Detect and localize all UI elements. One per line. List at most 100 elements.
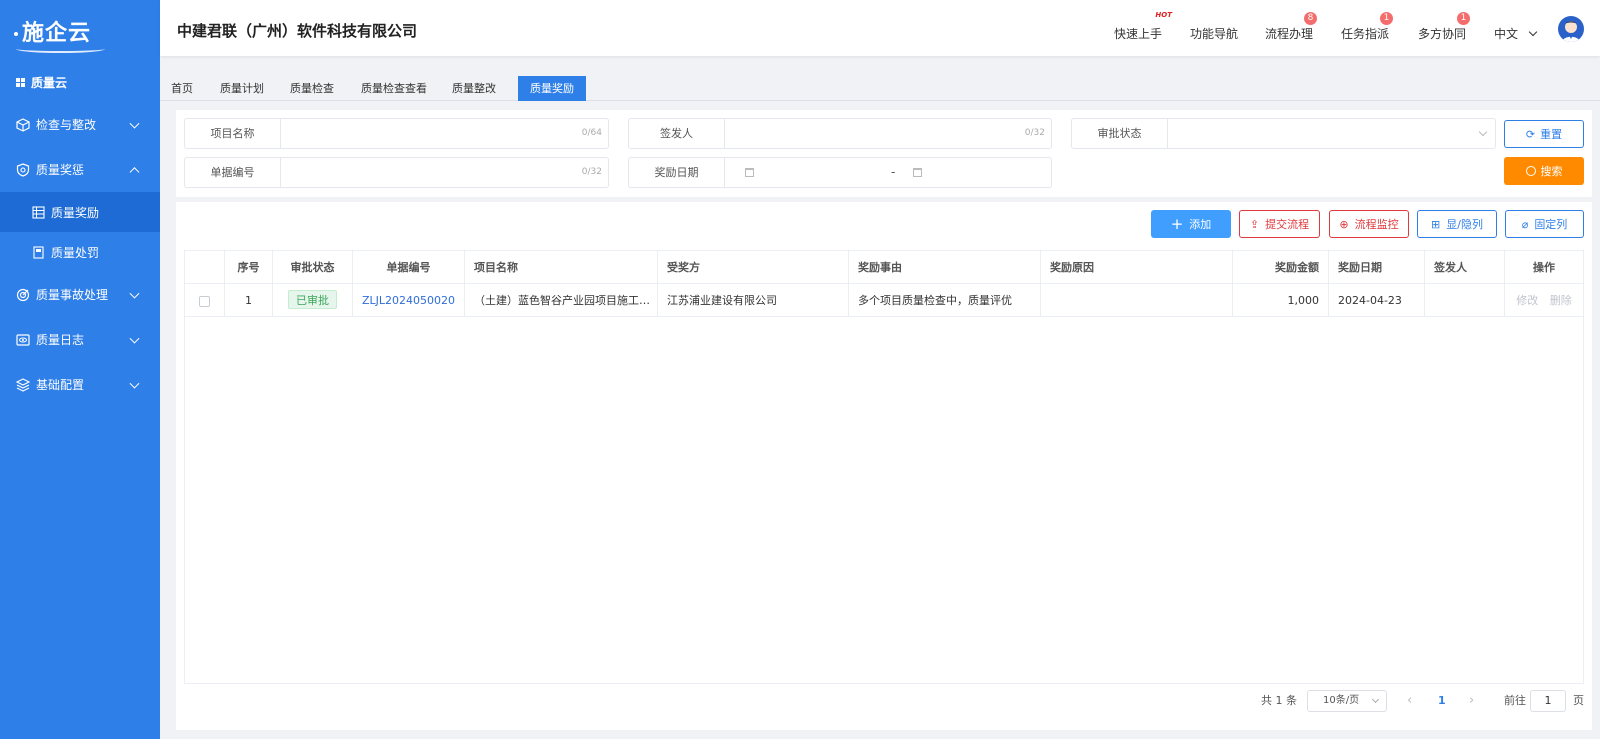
column-header: 单据编号 xyxy=(353,251,465,284)
approval-status-select[interactable]: 审批状态 xyxy=(1071,118,1496,149)
cube-icon xyxy=(16,117,30,132)
tab-quality-rectify[interactable]: 质量整改 xyxy=(444,76,504,101)
nav-task-assign[interactable]: 任务指派 1 xyxy=(1341,12,1394,42)
grid-icon xyxy=(16,77,25,87)
field-label: 项目名称 xyxy=(185,119,281,148)
table-cell-status: 已审批 xyxy=(273,284,353,317)
plus-icon: + xyxy=(1170,214,1184,233)
column-header: 审批状态 xyxy=(273,251,353,284)
column-header: 项目名称 xyxy=(465,251,658,284)
project-name-field[interactable]: 项目名称 0/64 xyxy=(184,118,609,149)
chevron-down-icon xyxy=(129,333,140,344)
sidebar-group-inspection[interactable]: 检查与整改 xyxy=(0,102,160,147)
column-header: 奖励金额 xyxy=(1233,251,1329,284)
table-cell-index: 1 xyxy=(225,284,273,317)
doc-no-link[interactable]: ZLJL2024050020 xyxy=(353,284,465,317)
language-label: 中文 xyxy=(1494,27,1519,41)
page-tabs: 首页 质量计划 质量检查 质量检查查看 质量整改 质量奖励 xyxy=(160,76,1600,101)
chevron-down-icon xyxy=(1528,27,1538,37)
paperclip-icon: ⌀ xyxy=(1521,217,1529,231)
hot-badge: HOT xyxy=(1155,11,1173,19)
char-count: 0/64 xyxy=(581,128,602,138)
sidebar-item-quality-penalty[interactable]: 质量处罚 xyxy=(0,232,160,272)
doc-no-field[interactable]: 单据编号 0/32 xyxy=(184,157,609,188)
chevron-up-icon xyxy=(129,166,140,177)
upload-icon: ⇪ xyxy=(1249,217,1260,231)
issuer-field[interactable]: 签发人 0/32 xyxy=(628,118,1052,149)
tab-home[interactable]: 首页 xyxy=(164,76,200,101)
grid-icon: ⊞ xyxy=(1431,217,1441,231)
logo-text: 施企云 xyxy=(22,21,92,46)
sidebar-group-label: 质量奖惩 xyxy=(36,163,85,177)
char-count: 0/32 xyxy=(1024,128,1045,138)
field-label: 单据编号 xyxy=(185,158,281,187)
button-label: 流程监控 xyxy=(1354,218,1399,231)
button-label: 固定列 xyxy=(1534,218,1568,231)
top-header: 中建君联（广州）软件科技有限公司 快速上手 HOT 功能导航 流程办理 8 任务… xyxy=(160,0,1600,56)
tab-quality-inspection[interactable]: 质量检查 xyxy=(282,76,342,101)
sidebar-item-label: 质量云 xyxy=(31,75,68,90)
column-header: 操作 xyxy=(1505,251,1583,284)
language-select[interactable]: 中文 xyxy=(1494,25,1538,42)
status-badge: 已审批 xyxy=(288,290,337,309)
table-cell-cause xyxy=(1041,284,1233,317)
sidebar-group-reward-penalty[interactable]: 质量奖惩 xyxy=(0,147,160,192)
eye-icon xyxy=(16,333,30,347)
tab-inspection-view[interactable]: 质量检查查看 xyxy=(352,76,436,101)
column-header: 签发人 xyxy=(1425,251,1505,284)
chevron-down-icon xyxy=(129,378,140,389)
table-row-checkbox-cell xyxy=(185,284,225,317)
sidebar-group-accident[interactable]: 质量事故处理 xyxy=(0,272,160,317)
table-cell-date: 2024-04-23 xyxy=(1329,284,1425,317)
calendar-icon xyxy=(745,168,754,177)
reward-date-range[interactable]: 奖励日期 - xyxy=(628,157,1052,188)
sidebar-item-label: 质量处罚 xyxy=(51,245,100,260)
total-count: 共 1 条 xyxy=(1261,694,1297,707)
table-cell-recipient: 江苏浦业建设有限公司 xyxy=(658,284,849,317)
target-icon xyxy=(16,288,30,302)
header-checkbox-cell[interactable] xyxy=(185,251,225,284)
nav-collaboration[interactable]: 多方协同 1 xyxy=(1418,12,1471,42)
sidebar: 施企云 质量云 检查与整改 质量奖惩 质量奖励 质量处罚 质量事故处理 质量日志… xyxy=(0,0,160,739)
nav-quick-start[interactable]: 快速上手 HOT xyxy=(1114,11,1172,42)
count-badge: 8 xyxy=(1304,12,1318,25)
column-header: 奖励日期 xyxy=(1329,251,1425,284)
sidebar-group-label: 基础配置 xyxy=(36,378,85,392)
fix-columns-button[interactable]: ⌀ 固定列 xyxy=(1505,210,1584,238)
row-checkbox[interactable] xyxy=(199,295,210,307)
sidebar-group-log[interactable]: 质量日志 xyxy=(0,317,160,362)
table-cell-project: （土建）蓝色智谷产业园项目施工总承包 xyxy=(465,284,658,317)
sidebar-group-label: 质量日志 xyxy=(36,333,85,347)
char-count: 0/32 xyxy=(581,167,602,177)
sidebar-group-config[interactable]: 基础配置 xyxy=(0,362,160,407)
nav-process[interactable]: 流程办理 8 xyxy=(1265,12,1318,42)
page-number-current[interactable]: 1 xyxy=(1438,694,1446,708)
chevron-down-icon xyxy=(129,118,140,129)
search-icon xyxy=(1525,166,1536,176)
nav-function-guide[interactable]: 功能导航 xyxy=(1190,25,1238,42)
monitor-flow-button[interactable]: ⊕ 流程监控 xyxy=(1329,210,1409,238)
reset-button[interactable]: ⟳ 重置 xyxy=(1504,120,1584,148)
refresh-icon: ⟳ xyxy=(1525,127,1536,141)
sidebar-item-quality-cloud[interactable]: 质量云 xyxy=(0,62,160,102)
count-badge: 1 xyxy=(1380,12,1394,25)
delete-link[interactable]: 删除 xyxy=(1550,294,1572,307)
submit-flow-button[interactable]: ⇪ 提交流程 xyxy=(1239,210,1320,238)
tab-quality-plan[interactable]: 质量计划 xyxy=(212,76,272,101)
search-button[interactable]: 搜索 xyxy=(1504,157,1584,185)
page-size-select[interactable]: 10条/页 xyxy=(1307,690,1387,712)
next-page-button[interactable]: › xyxy=(1469,694,1474,708)
tab-quality-reward[interactable]: 质量奖励 xyxy=(518,76,586,101)
date-separator: - xyxy=(891,165,896,179)
logo: 施企云 xyxy=(0,0,160,62)
field-label: 签发人 xyxy=(629,119,725,148)
goto-page-input[interactable]: 1 xyxy=(1530,690,1566,712)
add-button[interactable]: + 添加 xyxy=(1151,210,1231,238)
prev-page-button[interactable]: ‹ xyxy=(1407,694,1412,708)
column-header: 序号 xyxy=(225,251,273,284)
sidebar-item-quality-reward[interactable]: 质量奖励 xyxy=(0,192,160,232)
table-cell-issuer xyxy=(1425,284,1505,317)
show-hide-columns-button[interactable]: ⊞ 显/隐列 xyxy=(1417,210,1497,238)
avatar[interactable] xyxy=(1558,16,1584,42)
edit-link[interactable]: 修改 xyxy=(1516,294,1538,307)
